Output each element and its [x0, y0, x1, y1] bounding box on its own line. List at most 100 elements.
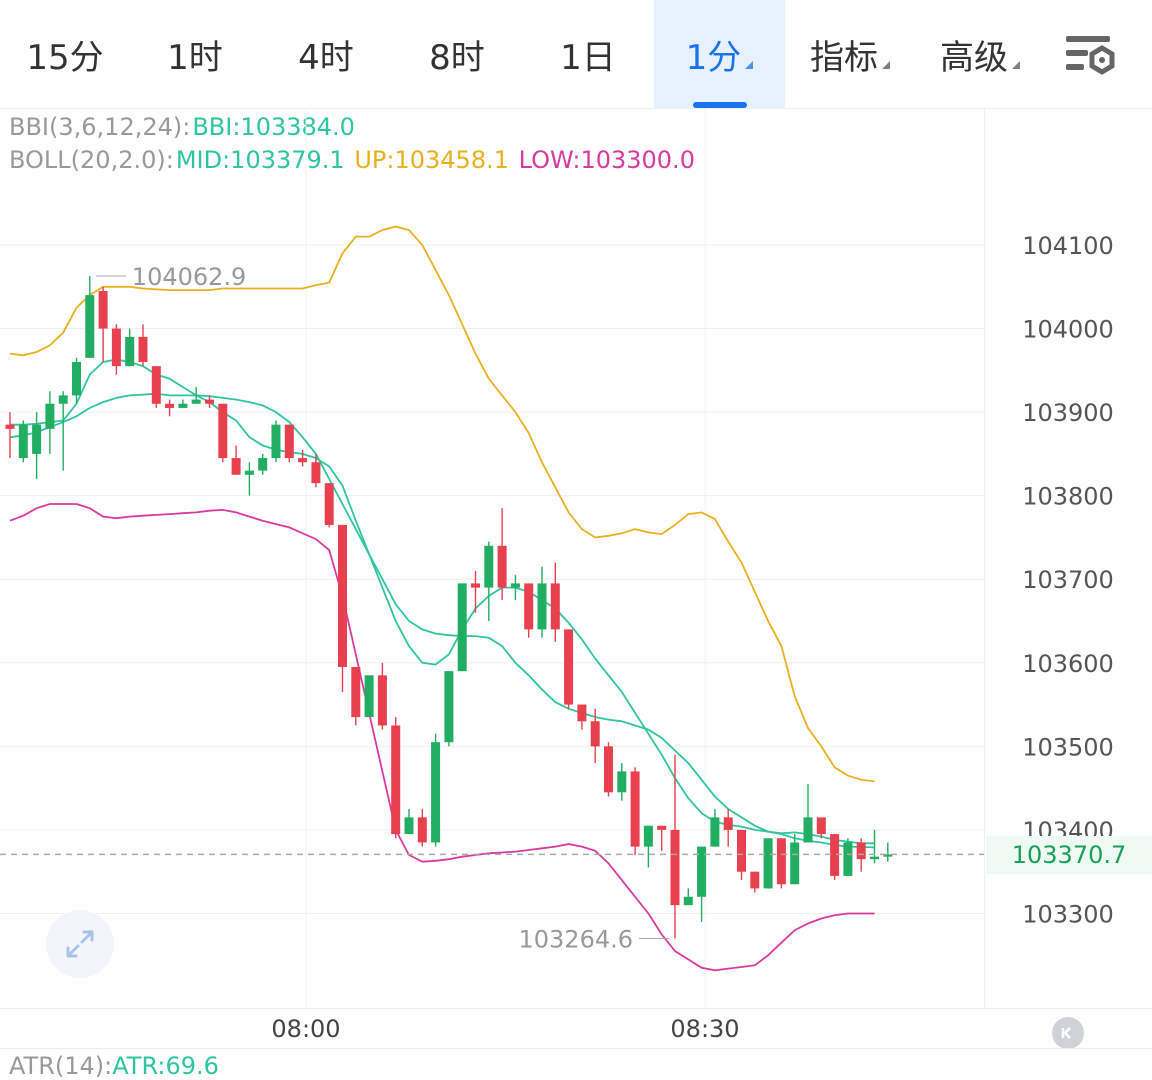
candle-body	[524, 583, 534, 630]
candle-body	[604, 746, 613, 793]
tab-4hour[interactable]: 4时	[260, 0, 392, 108]
y-tick-label: 104100	[1022, 232, 1114, 260]
boll-upper-line	[9, 225, 875, 783]
candle-body	[5, 424, 15, 429]
candle-body	[803, 817, 813, 843]
tab-label: 15分	[26, 37, 104, 78]
candle-body	[643, 825, 653, 847]
y-tick-label: 103900	[1022, 399, 1114, 427]
tab-1min[interactable]: 1分	[654, 0, 785, 108]
candle-body	[231, 458, 241, 475]
atr-legend-value: ATR:69.6	[112, 1052, 219, 1080]
candle-body	[58, 395, 68, 404]
candle-body	[298, 458, 308, 463]
candle-body	[138, 336, 148, 362]
tab-15min[interactable]: 15分	[0, 0, 130, 108]
candle-body	[364, 675, 374, 718]
candle-body	[617, 771, 627, 793]
candle-body	[98, 290, 108, 329]
y-tick-label: 103500	[1022, 733, 1114, 761]
candle-body	[72, 361, 81, 396]
tab-8hour[interactable]: 8时	[392, 0, 522, 108]
candle-body	[351, 666, 361, 718]
candle-body	[590, 721, 600, 747]
candle-body	[710, 817, 720, 847]
tab-advanced[interactable]: 高级	[915, 0, 1045, 108]
bbi-line	[10, 358, 875, 845]
candle-body	[125, 336, 135, 367]
dropdown-triangle-icon	[1012, 61, 1020, 69]
price-chart[interactable]: 104100 104000 103900 103800 103700 103600 1035…	[0, 108, 1152, 1008]
boll-mid-line	[9, 392, 875, 849]
candle-body	[484, 545, 494, 588]
candle-body	[737, 829, 746, 872]
y-axis-separator	[984, 108, 985, 1008]
candle-body	[32, 424, 42, 454]
candle-body	[723, 817, 733, 830]
current-price-label: 103370.7	[986, 836, 1152, 874]
candle-body	[205, 399, 214, 404]
candle-body	[178, 403, 188, 408]
candle-body	[271, 424, 281, 459]
y-tick-label: 103800	[1022, 483, 1114, 511]
tab-indicators[interactable]: 指标	[785, 0, 915, 108]
candle-body	[510, 583, 520, 588]
candle-body	[258, 458, 268, 471]
scroll-to-latest-button[interactable]	[1052, 1017, 1084, 1049]
tab-1hour[interactable]: 1时	[130, 0, 260, 108]
candle-body	[391, 725, 401, 835]
tab-label: 指标	[810, 37, 878, 78]
boll-lower-line	[9, 503, 875, 972]
settings-list-icon	[1066, 36, 1115, 75]
candle-body	[377, 675, 387, 726]
candle-body	[404, 817, 414, 835]
candle-body	[537, 583, 547, 630]
candle-body	[311, 462, 321, 484]
dropdown-triangle-icon	[745, 61, 754, 69]
candle-body	[471, 583, 480, 588]
candle-body	[630, 771, 640, 847]
y-tick-label: 104000	[1022, 316, 1114, 344]
tab-label: 1日	[560, 37, 616, 78]
skip-back-icon	[1061, 1027, 1071, 1039]
candle-body	[431, 742, 441, 843]
tab-label: 8时	[429, 37, 485, 78]
candle-body	[457, 583, 467, 672]
candle-body	[417, 817, 427, 843]
candle-body	[657, 825, 667, 830]
candle-body	[870, 856, 879, 860]
candle-body	[790, 842, 800, 885]
fullscreen-button[interactable]	[46, 910, 114, 978]
candle-body	[191, 399, 201, 404]
candle-body	[816, 817, 826, 835]
candle-body	[843, 842, 853, 876]
time-tick-label: 08:00	[271, 1015, 341, 1043]
candle-body	[856, 842, 866, 860]
candle-body	[683, 896, 693, 906]
y-tick-label: 103300	[1022, 900, 1114, 928]
tab-label: 高级	[940, 37, 1008, 78]
tab-label: 1分	[685, 37, 742, 78]
candle-body	[151, 366, 161, 404]
tab-1day[interactable]: 1日	[522, 0, 654, 108]
candle-body	[45, 403, 55, 429]
candle-body	[111, 328, 121, 367]
candle-body	[338, 524, 347, 667]
candle-body	[776, 838, 786, 885]
candle-body	[444, 671, 454, 743]
atr-legend: ATR(14):ATR:69.6	[9, 1052, 219, 1080]
atr-legend-name: ATR(14):	[9, 1052, 113, 1080]
candle-body	[550, 583, 560, 630]
candle-body	[18, 424, 28, 459]
candle-body	[244, 470, 254, 475]
y-tick-label: 103600	[1022, 650, 1114, 678]
chart-settings-button[interactable]	[1062, 30, 1132, 82]
high-price-label: 104062.9	[132, 263, 247, 291]
candle-body	[577, 704, 587, 722]
time-axis	[0, 1008, 1152, 1049]
candle-body	[750, 871, 760, 889]
tab-label: 1时	[167, 37, 223, 78]
candle-body	[218, 403, 228, 459]
time-tick-label: 08:30	[670, 1015, 740, 1043]
candle-body	[85, 295, 95, 358]
